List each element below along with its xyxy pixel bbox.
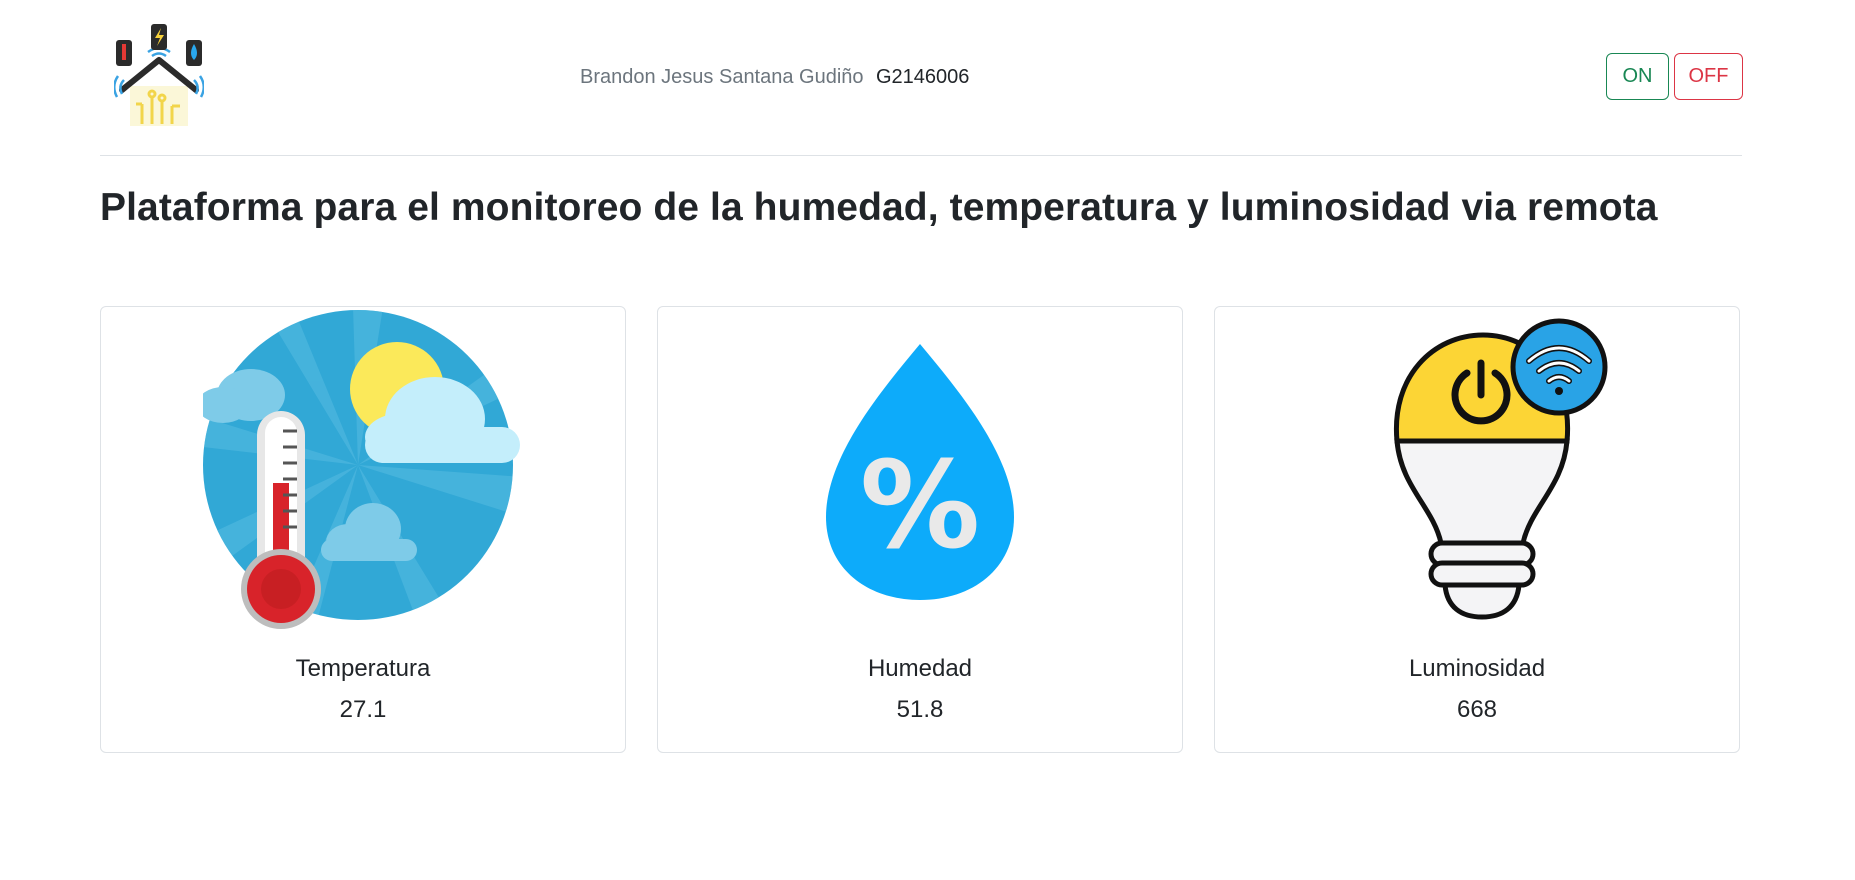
site-header: Brandon Jesus Santana Gudiño G2146006 ON… [100, 0, 1743, 156]
humidity-value: 51.8 [896, 696, 944, 723]
card-title: Temperatura [295, 655, 431, 682]
light-card: Luminosidad 668 [1214, 306, 1740, 753]
svg-text:%: % [860, 437, 980, 576]
student-code: G2146006 [876, 66, 970, 88]
author-name: Brandon Jesus Santana Gudiño [580, 66, 864, 88]
humidity-card: % Humedad 51.8 [657, 306, 1183, 753]
page-container: Brandon Jesus Santana Gudiño G2146006 ON… [100, 0, 1743, 880]
on-button[interactable]: ON [1606, 53, 1669, 100]
card-title: Humedad [867, 655, 973, 682]
luminosity-value: 668 [1456, 696, 1498, 723]
temperature-card: Temperatura 27.1 [100, 306, 626, 753]
smart-bulb-icon [1215, 307, 1739, 637]
card-title: Luminosidad [1408, 655, 1546, 682]
thermometer-sky-icon [101, 307, 625, 637]
page-title: Plataforma para el monitoreo de la humed… [100, 186, 1658, 229]
humidity-drop-icon: % [658, 307, 1182, 637]
temperature-value: 27.1 [339, 696, 387, 723]
smart-home-logo-icon [113, 24, 205, 128]
off-button[interactable]: OFF [1674, 53, 1743, 100]
